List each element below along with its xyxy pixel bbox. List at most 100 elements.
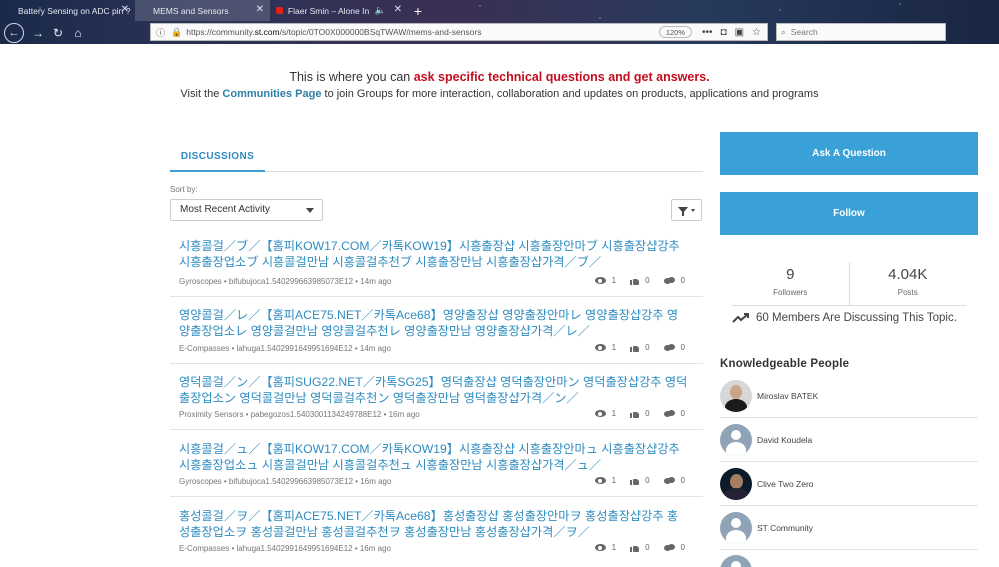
person-name[interactable]: ST Community — [757, 523, 813, 533]
url-text[interactable]: https://community.st.com/s/topic/0TO0X00… — [186, 27, 659, 37]
reload-button[interactable]: ↻ — [48, 23, 68, 43]
search-placeholder: Search — [790, 27, 818, 37]
person-name[interactable]: David Koudela — [757, 435, 812, 445]
views-icon — [594, 277, 606, 284]
views-icon — [594, 410, 606, 417]
thumbs-up-icon — [630, 410, 640, 418]
posts-label: Posts — [897, 288, 918, 297]
discussion-stats: 1 0 0 — [594, 543, 685, 552]
search-box[interactable]: ⌕ Search — [776, 23, 946, 41]
thumbs-up-icon — [630, 344, 640, 352]
search-icon: ⌕ — [781, 26, 786, 37]
like-button[interactable]: 0 — [630, 276, 650, 285]
home-button[interactable]: ⌂ — [68, 23, 88, 43]
person-item[interactable]: Miroslav BATEK — [720, 374, 978, 418]
person-item[interactable] — [720, 550, 978, 567]
discussion-meta: E-Compasses • lahuga1.5402991649951694E1… — [179, 544, 391, 553]
members-discussing: 60 Members Are Discussing This Topic. — [732, 312, 982, 324]
views-icon — [594, 344, 606, 351]
zoom-level[interactable]: 120% — [658, 26, 693, 38]
discussion-title[interactable]: 영양콜걸／レ／【홈피ACE75.NET／카톡Ace68】영양출장샵 영양출장안마… — [179, 307, 689, 339]
discussion-title[interactable]: 시흥콜걸／ブ／【홈피KOW17.COM／카톡KOW19】시흥출장샵 시흥출장안마… — [179, 238, 689, 270]
new-tab-button[interactable]: + — [408, 0, 428, 21]
speaker-icon[interactable]: 🔈 — [375, 5, 386, 16]
discussion-item[interactable]: 시흥콜걸／ブ／【홈피KOW17.COM／카톡KOW19】시흥출장샵 시흥출장안마… — [170, 238, 703, 297]
views-icon — [594, 477, 606, 484]
avatar[interactable] — [720, 379, 752, 412]
forward-button[interactable]: → — [28, 23, 48, 43]
avatar[interactable] — [720, 511, 752, 544]
follow-button[interactable]: Follow — [720, 192, 978, 235]
browser-tab-mems[interactable]: MEMS and Sensors ✕ — [135, 0, 270, 21]
discussion-item[interactable]: 영덕콜걸／ン／【홈피SUG22.NET／카톡SG25】영덕출장샵 영덕출장안마ン… — [170, 374, 703, 430]
content-tabs: DISCUSSIONS — [170, 148, 703, 172]
discussion-stats: 1 0 0 — [594, 343, 685, 352]
tab-discussions[interactable]: DISCUSSIONS — [170, 148, 265, 172]
thumbs-up-icon — [630, 544, 640, 552]
avatar[interactable] — [720, 423, 752, 456]
trending-icon — [732, 313, 749, 323]
back-button[interactable]: ← — [4, 22, 24, 43]
sort-select[interactable]: Most Recent Activity — [170, 199, 323, 221]
followers-count: 9 — [786, 266, 795, 283]
chevron-down-icon — [691, 208, 695, 212]
avatar[interactable] — [720, 467, 752, 500]
discussion-stats: 1 0 0 — [594, 276, 685, 285]
sort-label: Sort by: — [170, 185, 198, 194]
comments-icon — [663, 476, 675, 485]
banner-line-2: Visit the Communities Page to join Group… — [180, 88, 819, 100]
person-item[interactable]: Clive Two Zero — [720, 462, 978, 506]
discussion-meta: Gyroscopes • bifubujoca1.540299663985073… — [179, 477, 392, 486]
ask-question-button[interactable]: Ask A Question — [720, 132, 978, 175]
browser-chrome: Battery Sensing on ADC pin ? ✕ MEMS and … — [0, 0, 999, 44]
more-icon[interactable]: ••• — [702, 27, 713, 38]
address-bar[interactable]: ⓘ 🔒 https://community.st.com/s/topic/0TO… — [150, 23, 768, 41]
person-name[interactable]: Clive Two Zero — [757, 479, 814, 489]
like-button[interactable]: 0 — [630, 409, 650, 418]
chevron-down-icon — [306, 208, 314, 213]
pocket-icon[interactable]: ◘ — [721, 27, 727, 38]
tab-bar: Battery Sensing on ADC pin ? ✕ MEMS and … — [0, 0, 999, 21]
discussion-title[interactable]: 영덕콜걸／ン／【홈피SUG22.NET／카톡SG25】영덕출장샵 영덕출장안마ン… — [179, 374, 689, 406]
tab-label: MEMS and Sensors — [153, 5, 229, 16]
communities-page-link[interactable]: Communities Page — [222, 88, 321, 100]
person-item[interactable]: David Koudela — [720, 418, 978, 462]
avatar[interactable] — [720, 555, 752, 567]
discussion-stats: 1 0 0 — [594, 476, 685, 485]
comments-icon — [663, 409, 675, 418]
discussion-item[interactable]: 홍성콜걸／ヲ／【홈피ACE75.NET／카톡Ace68】홍성출장샵 홍성출장안마… — [170, 508, 703, 567]
posts-stat: 4.04K Posts — [848, 262, 967, 306]
filter-icon — [678, 207, 688, 216]
followers-stat[interactable]: 9 Followers — [732, 262, 849, 306]
tab-label: Battery Sensing on ADC pin ? — [18, 5, 131, 16]
discussion-title[interactable]: 홍성콜걸／ヲ／【홈피ACE75.NET／카톡Ace68】홍성출장샵 홍성출장안마… — [179, 508, 689, 540]
followers-label: Followers — [773, 288, 808, 297]
bookmark-star-icon[interactable]: ☆ — [752, 27, 761, 38]
thumbs-up-icon — [630, 277, 640, 285]
person-item[interactable]: ST Community — [720, 506, 978, 550]
discussion-meta: Proximity Sensors • pabegozos1.540300113… — [179, 410, 420, 419]
browser-tab-music[interactable]: Flaer Smin – Alone In The D 🔈 ✕ — [270, 0, 408, 21]
filter-button[interactable] — [671, 199, 702, 221]
close-icon[interactable]: ✕ — [394, 4, 402, 15]
browser-tab-battery[interactable]: Battery Sensing on ADC pin ? ✕ — [0, 0, 135, 21]
discussion-item[interactable]: 영양콜걸／レ／【홈피ACE75.NET／카톡Ace68】영양출장샵 영양출장안마… — [170, 307, 703, 364]
discussion-meta: Gyroscopes • bifubujoca1.540299663985073… — [179, 277, 392, 286]
discussion-item[interactable]: 시흥콜걸／ュ／【홈피KOW17.COM／카톡KOW19】시흥출장샵 시흥출장안마… — [170, 441, 703, 497]
person-name[interactable]: Miroslav BATEK — [757, 391, 818, 401]
reader-icon[interactable]: ▣ — [735, 27, 744, 38]
nav-bar: ← → ↻ ⌂ ⓘ 🔒 https://community.st.com/s/t… — [0, 21, 999, 44]
info-icon[interactable]: ⓘ — [156, 26, 165, 39]
like-button[interactable]: 0 — [630, 343, 650, 352]
discussion-title[interactable]: 시흥콜걸／ュ／【홈피KOW17.COM／카톡KOW19】시흥출장샵 시흥출장안마… — [179, 441, 689, 473]
discussion-stats: 1 0 0 — [594, 409, 685, 418]
thumbs-up-icon — [630, 477, 640, 485]
close-icon[interactable]: ✕ — [121, 4, 129, 15]
like-button[interactable]: 0 — [630, 543, 650, 552]
banner-line-1: This is where you can ask specific techn… — [289, 70, 710, 84]
close-icon[interactable]: ✕ — [256, 4, 264, 15]
youtube-icon — [276, 7, 283, 14]
discussion-meta: E-Compasses • lahuga1.5402991649951694E1… — [179, 344, 391, 353]
comments-icon — [663, 343, 675, 352]
like-button[interactable]: 0 — [630, 476, 650, 485]
